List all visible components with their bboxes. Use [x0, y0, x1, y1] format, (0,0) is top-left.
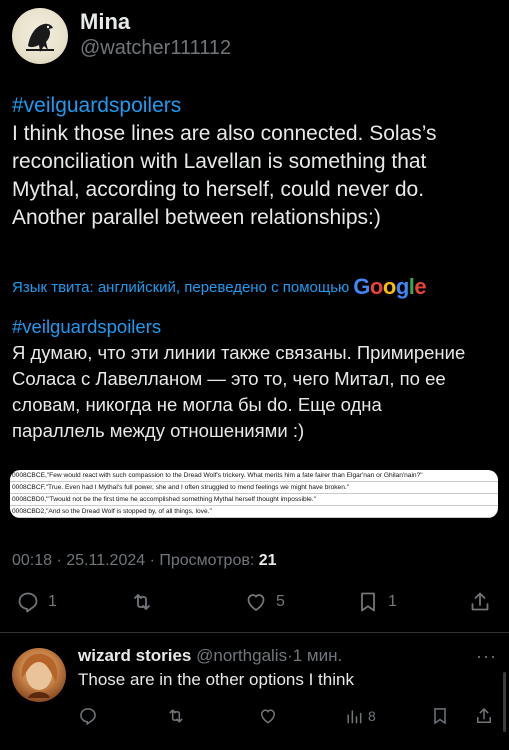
reply-button[interactable]: 1	[16, 590, 57, 614]
reply-avatar[interactable]	[12, 648, 66, 702]
tweet-line: Mythal, according to herself, could neve…	[12, 178, 425, 201]
retweet-icon	[134, 594, 150, 610]
tweet-meta: 00:18 · 25.11.2024 · Просмотров: 21	[12, 552, 277, 570]
reply-bookmark-button[interactable]	[430, 706, 450, 726]
tweet-text: #veilguardspoilers I think those lines a…	[12, 92, 497, 232]
table-row: 0008CBD2,"And so the Dread Wolf is stopp…	[10, 506, 498, 518]
reply-retweet-button[interactable]	[166, 706, 186, 726]
reply-share-button[interactable]	[474, 706, 494, 726]
analytics-icon	[347, 710, 362, 724]
reply-count: 1	[48, 593, 57, 610]
retweet-icon	[169, 709, 183, 723]
reply-time: ·1 мин.	[287, 646, 343, 665]
reply-like-button[interactable]	[258, 706, 278, 726]
attached-image[interactable]: 0008CBCE,"Few would react with such comp…	[10, 470, 498, 518]
retweet-button[interactable]	[130, 590, 162, 614]
bookmark-button[interactable]: 1	[356, 590, 397, 614]
portrait-icon	[21, 653, 58, 698]
share-button[interactable]	[468, 590, 492, 614]
action-bar: 1 5 1	[12, 590, 497, 620]
divider	[0, 632, 509, 633]
bookmark-icon	[434, 708, 446, 725]
translated-line: словам, никогда не могла бы do. Еще одна	[12, 394, 382, 415]
translated-line: Соласа с Лавелланом — это то, чего Митал…	[12, 368, 446, 389]
more-options-icon[interactable]: ···	[476, 646, 497, 667]
author-avatar[interactable]	[12, 8, 68, 64]
translated-hashtag-link[interactable]: #veilguardspoilers	[12, 314, 502, 340]
reply-views-button[interactable]: 8	[344, 706, 376, 726]
table-row: 0008CBCF,"True. Even had I Mythal's full…	[10, 482, 498, 494]
bookmark-icon	[361, 592, 375, 612]
reply-icon	[18, 592, 38, 613]
translated-line: Я думаю, что эти линии также связаны. Пр…	[12, 342, 466, 363]
translated-text: #veilguardspoilers Я думаю, что эти лини…	[12, 314, 502, 444]
translation-notice-text: Язык твита: английский, переведено с пом…	[12, 278, 350, 296]
reply-reply-button[interactable]	[78, 706, 98, 726]
bookmark-count: 1	[388, 593, 397, 610]
like-count: 5	[276, 593, 285, 610]
raven-icon	[26, 23, 54, 52]
table-row: 0008CBCE,"Few would react with such comp…	[10, 470, 498, 482]
views-label: Просмотров:	[159, 552, 259, 569]
share-icon	[471, 592, 489, 611]
timestamp[interactable]: 00:18 · 25.11.2024 ·	[12, 552, 159, 569]
translated-line: параллель между отношениями :)	[12, 420, 305, 441]
reply-author-handle[interactable]: @northgalis	[196, 646, 287, 665]
tweet-header: Mina @watcher111112	[12, 8, 231, 64]
heart-icon	[247, 594, 265, 611]
like-button[interactable]: 5	[244, 590, 285, 614]
share-icon	[477, 708, 491, 723]
author-display-name[interactable]: Mina	[80, 8, 231, 36]
author-handle[interactable]: @watcher111112	[80, 36, 231, 60]
hashtag-link[interactable]: #veilguardspoilers	[12, 92, 497, 120]
heart-icon	[260, 709, 276, 724]
reply-header: wizard stories @northgalis·1 мин.	[78, 646, 342, 666]
translation-notice[interactable]: Язык твита: английский, переведено с пом…	[12, 274, 427, 300]
scrollbar[interactable]	[503, 672, 506, 732]
reply-action-bar: 8	[78, 706, 498, 730]
google-logo: Google	[353, 274, 427, 299]
tweet-line: Another parallel between relationships:)	[12, 206, 381, 229]
reply-view-count: 8	[368, 708, 376, 724]
reply-author-name[interactable]: wizard stories	[78, 646, 191, 665]
views-count: 21	[258, 552, 277, 569]
tweet-line: I think those lines are also connected. …	[12, 122, 437, 145]
reply-icon	[80, 708, 96, 726]
reply-text: Those are in the other options I think	[78, 670, 354, 689]
table-row: 0008CBD0,"'Twould not be the first time …	[10, 494, 498, 506]
tweet-line: reconciliation with Lavellan is somethin…	[12, 150, 427, 173]
